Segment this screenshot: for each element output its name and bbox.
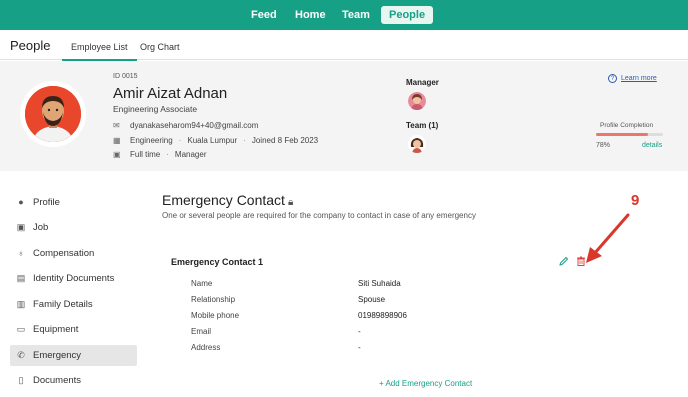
tab-org-chart[interactable]: Org Chart [140, 42, 180, 52]
employee-location: Kuala Lumpur [187, 136, 238, 145]
id-card-icon: ▤ [16, 273, 26, 283]
page-subtitle: One or several people are required for t… [162, 211, 476, 220]
field-value: - [358, 327, 361, 336]
person-icon: ● [18, 197, 24, 207]
email-row: ✉ dyanakaseharom94+40@gmail.com [113, 121, 258, 130]
sidebar-item-identity-documents[interactable]: ▤ Identity Documents [10, 268, 137, 289]
sidebar-item-emergency[interactable]: ✆ Emergency [10, 345, 137, 366]
field-value: 01989898906 [358, 311, 407, 320]
sidebar-item-profile[interactable]: ● Profile [10, 192, 137, 213]
mail-icon: ✉ [113, 121, 120, 130]
sub-header: People Employee List Org Chart [0, 30, 688, 61]
money-bag-icon: ♁ [17, 248, 25, 258]
employee-email: dyanakaseharom94+40@gmail.com [130, 121, 259, 130]
sidebar-item-documents[interactable]: ▯ Documents [10, 370, 137, 391]
team-member-avatar[interactable] [408, 135, 426, 153]
sidebar-item-label: Equipment [33, 324, 79, 335]
page-title: Emergency Contact 🔒︎ [162, 192, 293, 208]
employment-type: Full time [130, 150, 161, 159]
manager-avatar[interactable] [408, 92, 426, 110]
sidebar-item-label: Compensation [33, 248, 95, 259]
field-value: Siti Suhaida [358, 279, 401, 288]
profile-completion-percent: 78% [596, 142, 611, 149]
sidebar-item-equipment[interactable]: ▭ Equipment [10, 319, 137, 340]
employment-row: ▣ Full time · Manager [113, 150, 207, 159]
org-row: ▦ Engineering · Kuala Lumpur · Joined 8 Feb 2… [113, 136, 319, 145]
sidebar-item-label: Emergency [33, 350, 82, 361]
document-icon: ▯ [18, 375, 24, 385]
edit-pencil-icon[interactable] [559, 256, 569, 266]
employee-name: Amir Aizat Adnan [113, 85, 228, 102]
nav-home[interactable]: Home [287, 6, 334, 24]
profile-details-link[interactable]: details [642, 142, 662, 149]
sidebar-item-family-details[interactable]: ▥ Family Details [10, 294, 137, 315]
briefcase-icon: ▣ [113, 150, 121, 159]
sidebar-item-label: Family Details [33, 299, 93, 310]
nav-team[interactable]: Team [334, 6, 378, 24]
sidebar-item-label: Job [33, 222, 49, 233]
field-label: Mobile phone [191, 311, 240, 320]
field-value: Spouse [358, 295, 386, 304]
family-icon: ▥ [16, 299, 26, 309]
building-icon: ▦ [113, 136, 121, 145]
sidebar-item-label: Documents [33, 375, 82, 386]
lock-icon: 🔒︎ [287, 197, 294, 208]
page-title-text: Emergency Contact [162, 192, 285, 208]
employee-joined: Joined 8 Feb 2023 [251, 136, 319, 145]
tab-employee-list[interactable]: Employee List [62, 42, 137, 61]
field-value: - [358, 343, 361, 352]
employee-department: Engineering [130, 136, 173, 145]
avatar [20, 81, 86, 147]
team-label: Team (1) [406, 121, 439, 130]
briefcase-icon: ▣ [16, 222, 26, 232]
avatar-illustration [25, 86, 81, 142]
employee-role: Engineering Associate [113, 104, 198, 114]
profile-completion-bar [596, 133, 663, 136]
field-label: Relationship [191, 295, 236, 304]
field-label: Email [191, 327, 212, 336]
annotation-arrow-icon [586, 213, 630, 263]
nav-feed[interactable]: Feed [243, 6, 285, 24]
section-title: People [10, 38, 51, 53]
sidebar-item-label: Profile [33, 197, 60, 208]
learn-more-label: Learn more [621, 75, 657, 82]
annotation-number: 9 [631, 192, 640, 209]
field-label: Address [191, 343, 221, 352]
nav-people[interactable]: People [381, 6, 434, 24]
sidebar-item-label: Identity Documents [33, 273, 115, 284]
top-nav: Feed Home Team People [0, 0, 688, 30]
phone-icon: ✆ [17, 350, 25, 360]
sidebar-item-compensation[interactable]: ♁ Compensation [10, 243, 137, 264]
profile-completion-label: Profile Completion [600, 122, 654, 129]
learn-more-link[interactable]: ? Learn more [608, 74, 657, 83]
profile-completion-fill [596, 133, 649, 136]
manager-label: Manager [406, 78, 439, 87]
contact-card-title: Emergency Contact 1 [171, 257, 264, 267]
add-emergency-contact-link[interactable]: + Add Emergency Contact [379, 379, 472, 388]
profile-header: ID 0015 Amir Aizat Adnan Engineering Ass… [0, 61, 688, 171]
field-label: Name [191, 279, 213, 288]
question-icon: ? [608, 74, 617, 83]
laptop-icon: ▭ [16, 324, 26, 334]
sidebar-item-job[interactable]: ▣ Job [10, 217, 137, 238]
employee-id: ID 0015 [113, 73, 138, 80]
employee-position: Manager [174, 150, 207, 159]
